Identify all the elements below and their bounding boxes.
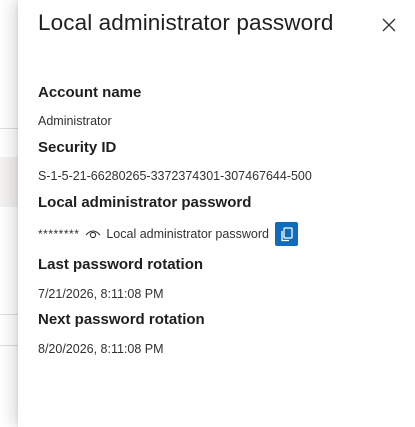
next-rotation-value: 8/20/2026, 8:11:08 PM <box>38 342 164 356</box>
background-divider <box>0 314 18 315</box>
side-panel: Local administrator password Account nam… <box>18 0 415 427</box>
close-icon <box>382 18 396 32</box>
local-admin-password-label: Local administrator password <box>38 194 252 211</box>
security-id-value: S-1-5-21-66280265-3372374301-307467644-5… <box>38 169 312 183</box>
background-divider <box>0 128 18 129</box>
password-row: ******** Local administrator password <box>38 222 298 246</box>
show-password-toggle[interactable] <box>85 228 101 240</box>
panel-title: Local administrator password <box>38 10 334 35</box>
last-rotation-value: 7/21/2026, 8:11:08 PM <box>38 287 164 301</box>
background-divider <box>0 345 18 346</box>
masked-password: ******** <box>38 227 80 241</box>
close-button[interactable] <box>378 14 400 36</box>
security-id-label: Security ID <box>38 139 117 156</box>
next-rotation-label: Next password rotation <box>38 311 205 328</box>
account-name-label: Account name <box>38 84 142 101</box>
copy-icon <box>281 226 293 241</box>
background-row-highlight <box>0 157 18 207</box>
eye-icon <box>85 230 101 239</box>
account-name-value: Administrator <box>38 114 112 128</box>
show-password-text[interactable]: Local administrator password <box>106 227 269 241</box>
last-rotation-label: Last password rotation <box>38 256 204 273</box>
copy-password-button[interactable] <box>274 222 298 246</box>
